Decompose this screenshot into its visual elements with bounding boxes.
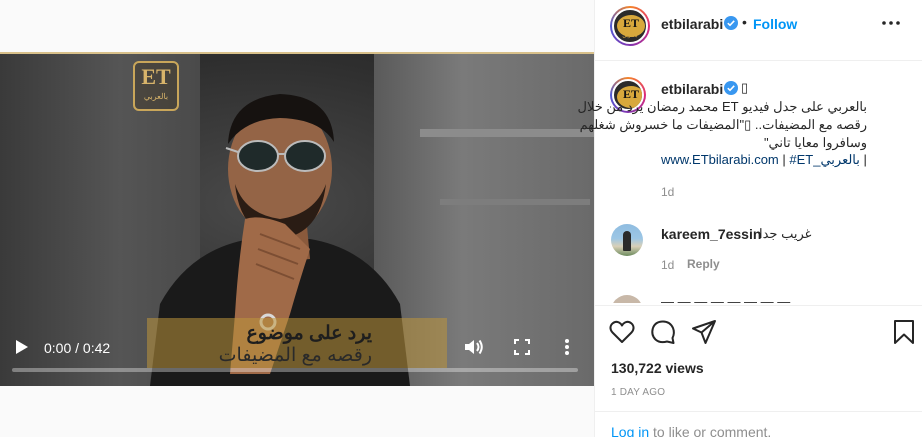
comment-item-partial: — — — — — — — — ـــ ـــ ــــ ـــــ — [595, 291, 922, 303]
login-prompt: Log in to like or comment. — [611, 424, 771, 437]
comment-text-partial: — — — — — — — — — [661, 294, 791, 303]
caption-line: رقصه مع المضيفات.. ▯"المضيفات ما خسروش ش… — [579, 117, 867, 132]
fullscreen-icon[interactable] — [512, 337, 532, 357]
caption-text: بالعربي على جدل فيديو ET محمد رمضان يرد … — [577, 98, 867, 152]
verified-badge-icon — [724, 16, 738, 30]
header-separator-dot: • — [742, 14, 747, 30]
header-username[interactable]: etbilarabi — [661, 16, 723, 32]
video-controls: 0:00 / 0:42 — [0, 324, 594, 386]
video-time-label: 0:00 / 0:42 — [44, 340, 111, 356]
caption-links: www.ETbilarabi.com | #ET_بالعربي | — [661, 152, 867, 168]
comment-timestamp[interactable]: 1d — [661, 258, 674, 272]
bookmark-icon[interactable] — [890, 318, 918, 346]
login-prompt-text: to like or comment. — [649, 424, 772, 437]
comment-icon[interactable] — [649, 318, 677, 346]
comment-text-partial: ـــ ـــ ــــ ـــــ — [785, 294, 853, 303]
login-divider — [595, 411, 922, 412]
video-player[interactable]: ET بالعربي يرد على موضوع رقصه مع المضيفا… — [0, 54, 594, 386]
more-horizontal-icon[interactable] — [881, 14, 901, 32]
caption-line: بالعربي على جدل فيديو ET محمد رمضان يرد … — [577, 99, 867, 114]
caption-separator: | — [778, 152, 790, 167]
follow-button[interactable]: Follow — [753, 16, 797, 32]
post-actions — [595, 306, 922, 356]
post-header: ET بالعربي etbilarabi • Follow — [595, 0, 922, 48]
comment-item: kareem_7essin غريب جدا 1d Reply — [595, 216, 922, 276]
et-watermark-logo: ET بالعربي — [133, 61, 179, 111]
play-icon[interactable] — [12, 338, 30, 356]
caption-separator: | — [859, 152, 867, 167]
reply-button[interactable]: Reply — [687, 257, 720, 271]
et-watermark-sub: بالعربي — [143, 92, 169, 101]
post-time-ago[interactable]: 1 DAY AGO — [611, 387, 665, 398]
caption-username[interactable]: etbilarabi — [661, 81, 723, 97]
post-side-panel: ET بالعربي etbilarabi • Follow ET بالعرب… — [577, 0, 922, 437]
website-link[interactable]: www.ETbilarabi.com — [661, 152, 779, 167]
avatar-logo-sub: بالعربي — [622, 33, 638, 39]
comment-text: غريب جدا — [759, 226, 812, 241]
heart-icon[interactable] — [608, 318, 636, 346]
video-shelf — [420, 129, 594, 137]
share-icon[interactable] — [690, 318, 718, 346]
caption-glyph: ▯ — [741, 80, 749, 95]
more-vertical-icon[interactable] — [562, 337, 572, 357]
avatar[interactable] — [611, 295, 643, 303]
views-count[interactable]: 130,722 views — [611, 360, 704, 376]
post-caption: ET بالعربي etbilarabi ▯ بالعربي على جدل … — [577, 61, 922, 201]
avatar-figure — [623, 231, 631, 251]
login-link[interactable]: Log in — [611, 424, 649, 437]
verified-badge-icon — [724, 81, 738, 95]
video-progress-track[interactable] — [12, 368, 578, 372]
comment-username[interactable]: kareem_7essin — [661, 226, 761, 242]
hashtag-link[interactable]: #ET_بالعربي — [789, 152, 860, 167]
avatar[interactable]: ET بالعربي — [612, 8, 648, 44]
et-watermark-text: ET — [141, 64, 171, 89]
media-pane: ET بالعربي يرد على موضوع رقصه مع المضيفا… — [0, 0, 594, 437]
caption-line: وسافروا معايا تاني" — [763, 135, 867, 150]
volume-icon[interactable] — [463, 337, 485, 357]
video-shelf-lower — [440, 199, 590, 205]
caption-timestamp[interactable]: 1d — [661, 185, 674, 199]
avatar[interactable] — [611, 224, 643, 256]
